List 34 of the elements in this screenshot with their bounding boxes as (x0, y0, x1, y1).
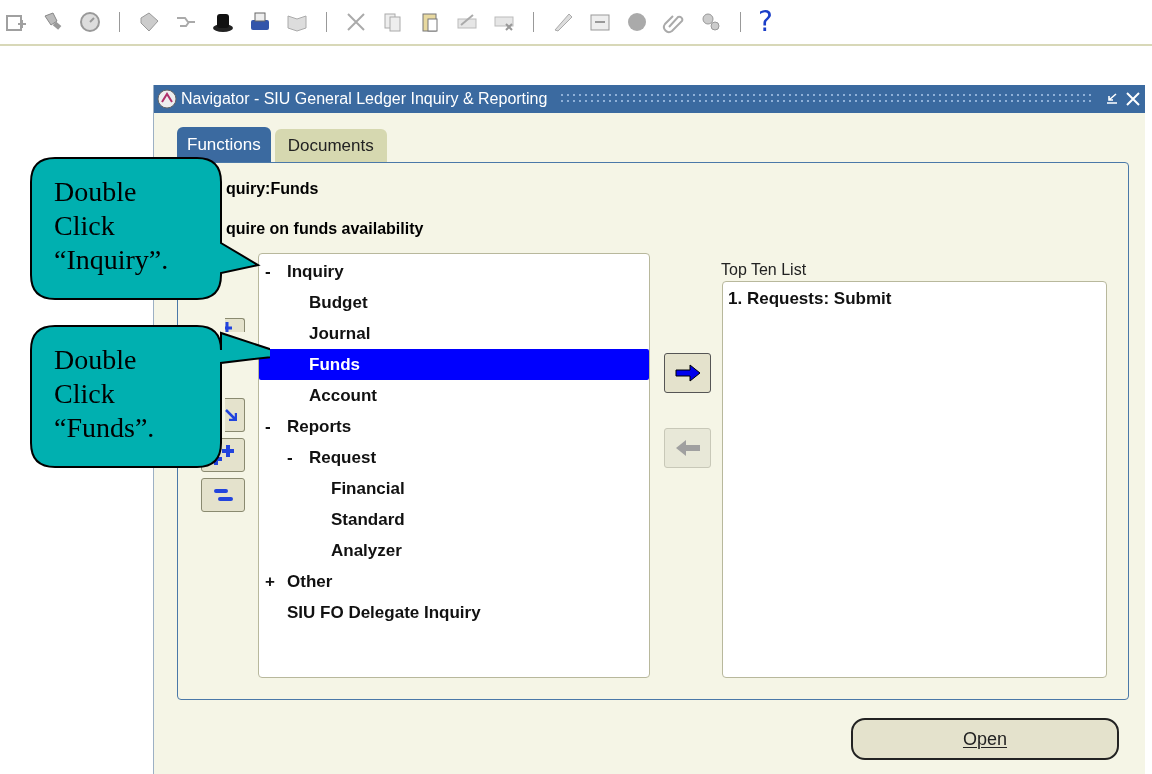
tree-item[interactable]: Analyzer (259, 535, 649, 566)
list-item[interactable]: 1. Requests: Submit (728, 286, 1101, 312)
arrow-icon (225, 409, 237, 421)
minimize-icon[interactable] (1104, 91, 1120, 107)
tab[interactable]: Documents (274, 129, 387, 162)
expand-branch-button[interactable] (225, 398, 245, 432)
top-ten-label: Top Ten List (721, 260, 807, 280)
tree-item[interactable]: Account (259, 380, 649, 411)
tab[interactable]: Functions (177, 127, 271, 162)
tree-item[interactable]: - Request (259, 442, 649, 473)
tree-item[interactable]: Funds (259, 349, 649, 380)
right-arrow-icon (673, 363, 702, 383)
collapse-all-button[interactable] (201, 478, 245, 512)
plus-icon (225, 322, 233, 332)
function-name: quiry:Funds (226, 179, 319, 199)
tree-item[interactable]: Financial (259, 473, 649, 504)
function-description: quire on funds availability (226, 219, 424, 239)
tree-item[interactable]: Journal (259, 318, 649, 349)
tree-item[interactable]: + Other (259, 566, 649, 597)
tree-item[interactable]: - Reports (259, 411, 649, 442)
callout-text: Double Click “Inquiry”. (54, 175, 169, 277)
add-button[interactable] (664, 353, 711, 393)
window-title: Navigator - SIU General Ledger Inquiry & Reporting (181, 89, 548, 109)
help-icon[interactable]: ? (758, 8, 773, 36)
callout-text: Double Click “Funds”. (54, 343, 155, 445)
tree-item[interactable]: Standard (259, 504, 649, 535)
tree-item[interactable]: SIU FO Delegate Inquiry (259, 597, 649, 628)
expand-button[interactable] (225, 318, 245, 332)
app-icon (157, 89, 177, 109)
open-button[interactable]: Open (851, 718, 1119, 760)
close-icon[interactable] (1124, 90, 1142, 108)
tree-item[interactable]: Budget (259, 287, 649, 318)
clock-icon[interactable] (78, 10, 102, 34)
tree-item[interactable]: - Inquiry (259, 256, 649, 287)
